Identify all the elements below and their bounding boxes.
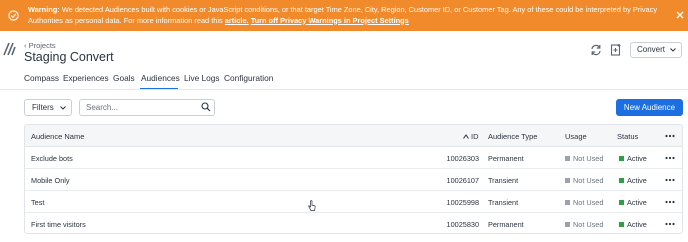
refresh-icon[interactable]: [589, 43, 603, 57]
tab-live-logs[interactable]: Live Logs: [184, 73, 220, 83]
tab-goals[interactable]: Goals: [113, 73, 135, 83]
table-row[interactable]: First time visitors 10025830 Permanent N…: [25, 213, 682, 233]
status-indicator: [619, 222, 624, 227]
add-document-icon[interactable]: [609, 43, 623, 57]
usage-indicator: [565, 222, 570, 227]
chevron-down-icon: [60, 106, 66, 110]
audience-id: 10025998: [446, 198, 479, 207]
usage-indicator: [565, 178, 570, 183]
status-indicator: [619, 178, 624, 183]
banner-title: Warning:: [28, 5, 60, 14]
column-header-id[interactable]: ID: [463, 132, 479, 141]
project-switcher-button[interactable]: Convert: [630, 42, 682, 58]
audience-type: Permanent: [488, 220, 524, 229]
status-badge: Active: [619, 220, 647, 229]
row-more-options-icon[interactable]: [665, 156, 675, 160]
filters-button[interactable]: Filters: [24, 99, 72, 116]
audience-name[interactable]: Exclude bots: [31, 154, 73, 163]
app-logo[interactable]: [3, 41, 16, 57]
status-indicator: [619, 200, 624, 205]
audience-id: 10025830: [446, 220, 479, 229]
table-header: Audience Name ID Audience Type Usage Sta…: [25, 125, 682, 147]
hand-cursor-icon: [308, 200, 316, 211]
privacy-warning-banner: Warning: We detected Audiences built wit…: [0, 0, 688, 31]
column-header-usage[interactable]: Usage: [565, 132, 587, 141]
row-more-options-icon[interactable]: [665, 178, 675, 182]
usage-badge: Not Used: [565, 220, 603, 229]
audiences-table: Audience Name ID Audience Type Usage Sta…: [24, 124, 683, 234]
more-options-icon[interactable]: [665, 134, 675, 138]
audience-id: 10026107: [446, 176, 479, 185]
audience-type: Transient: [488, 176, 519, 185]
status-indicator: [619, 156, 624, 161]
row-more-options-icon[interactable]: [665, 200, 675, 204]
turn-off-privacy-warnings-link[interactable]: Turn off Privacy Warnings in Project Set…: [251, 16, 409, 25]
status-badge: Active: [619, 176, 647, 185]
status-label: Active: [627, 220, 647, 229]
audience-name[interactable]: Mobile Only: [31, 176, 70, 185]
status-badge: Active: [619, 154, 647, 163]
usage-label: Not Used: [573, 154, 604, 163]
search-icon[interactable]: [201, 102, 211, 112]
audience-name[interactable]: Test: [31, 198, 44, 207]
status-badge: Active: [619, 198, 647, 207]
tab-configuration[interactable]: Configuration: [224, 73, 273, 83]
usage-label: Not Used: [573, 176, 604, 185]
chevron-down-icon: [670, 48, 676, 52]
article-link[interactable]: article.: [225, 16, 249, 25]
check-circle-icon: [8, 10, 19, 21]
column-header-name[interactable]: Audience Name: [31, 132, 84, 141]
breadcrumb[interactable]: ‹ Projects: [24, 41, 56, 50]
search-input[interactable]: [79, 99, 215, 116]
status-label: Active: [627, 198, 647, 207]
project-switcher-label: Convert: [637, 45, 666, 54]
tab-audiences[interactable]: Audiences: [141, 73, 180, 83]
banner-message: Warning: We detected Audiences built wit…: [28, 5, 660, 26]
column-header-type[interactable]: Audience Type: [488, 132, 537, 141]
sort-ascending-icon: [463, 134, 469, 139]
close-icon[interactable]: [675, 10, 685, 20]
filters-label: Filters: [32, 103, 54, 112]
status-label: Active: [627, 154, 647, 163]
usage-label: Not Used: [573, 198, 604, 207]
table-row[interactable]: Test 10025998 Transient Not Used Active: [25, 191, 682, 213]
column-header-status[interactable]: Status: [617, 132, 638, 141]
audience-id: 10026303: [446, 154, 479, 163]
page-title: Staging Convert: [24, 50, 114, 64]
audience-type: Transient: [488, 198, 519, 207]
usage-badge: Not Used: [565, 176, 603, 185]
breadcrumb-projects[interactable]: Projects: [29, 41, 56, 50]
column-header-id-label: ID: [471, 132, 479, 141]
usage-label: Not Used: [573, 220, 604, 229]
row-more-options-icon[interactable]: [665, 222, 675, 226]
usage-badge: Not Used: [565, 154, 603, 163]
tab-experiences[interactable]: Experiences: [63, 73, 109, 83]
tab-compass[interactable]: Compass: [24, 73, 59, 83]
audience-type: Permanent: [488, 154, 524, 163]
audience-name[interactable]: First time visitors: [31, 220, 86, 229]
usage-badge: Not Used: [565, 198, 603, 207]
new-audience-button[interactable]: New Audience: [616, 99, 683, 116]
usage-indicator: [565, 200, 570, 205]
tabs-divider: [0, 89, 688, 90]
usage-indicator: [565, 156, 570, 161]
status-label: Active: [627, 176, 647, 185]
table-row[interactable]: Mobile Only 10026107 Transient Not Used …: [25, 169, 682, 191]
table-row[interactable]: Exclude bots 10026303 Permanent Not Used…: [25, 147, 682, 169]
